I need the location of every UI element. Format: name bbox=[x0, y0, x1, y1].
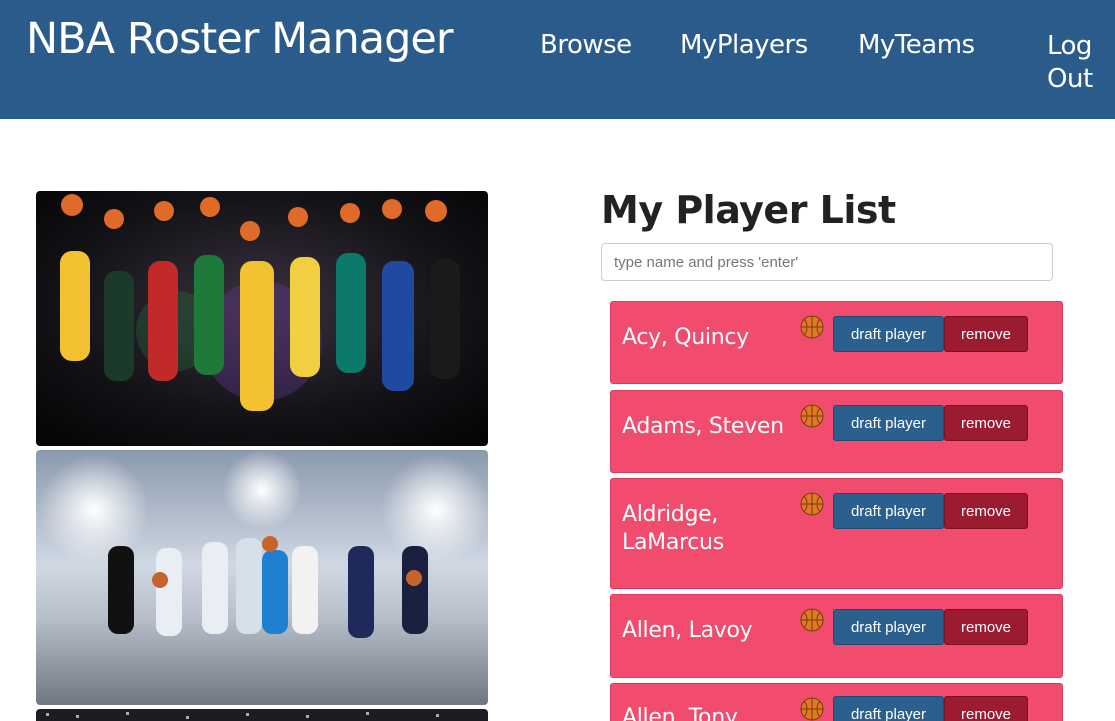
draft-player-button[interactable]: draft player bbox=[833, 405, 944, 441]
nav-myteams-link[interactable]: MyTeams bbox=[858, 30, 975, 60]
remove-player-button[interactable]: remove bbox=[944, 316, 1028, 352]
basketball-icon bbox=[800, 315, 824, 339]
player-card: Aldridge, LaMarcus draft player remove bbox=[610, 478, 1063, 589]
basketball-icon bbox=[800, 492, 824, 516]
team-photo-1 bbox=[36, 191, 488, 446]
remove-player-button[interactable]: remove bbox=[944, 609, 1028, 645]
player-name: Allen, Tony bbox=[622, 705, 738, 721]
nav-logout-link[interactable]: Log Out bbox=[1047, 30, 1113, 96]
nav-myplayers-link[interactable]: MyPlayers bbox=[680, 30, 808, 60]
player-name: Acy, Quincy bbox=[622, 325, 749, 350]
app-title[interactable]: NBA Roster Manager bbox=[26, 14, 454, 64]
basketball-icon bbox=[800, 608, 824, 632]
basketball-icon bbox=[800, 404, 824, 428]
remove-player-button[interactable]: remove bbox=[944, 493, 1028, 529]
team-photo-2 bbox=[36, 450, 488, 705]
draft-player-button[interactable]: draft player bbox=[833, 316, 944, 352]
team-photo-3 bbox=[36, 709, 488, 721]
player-card: Allen, Tony draft player remove bbox=[610, 683, 1063, 721]
nav-browse-link[interactable]: Browse bbox=[540, 30, 632, 60]
draft-player-button[interactable]: draft player bbox=[833, 493, 944, 529]
player-name: Adams, Steven bbox=[622, 414, 784, 439]
basketball-icon bbox=[800, 697, 824, 721]
player-name: Aldridge, LaMarcus bbox=[622, 502, 724, 555]
player-card: Acy, Quincy draft player remove bbox=[610, 301, 1063, 384]
player-card: Allen, Lavoy draft player remove bbox=[610, 594, 1063, 678]
remove-player-button[interactable]: remove bbox=[944, 696, 1028, 721]
navbar: NBA Roster Manager Browse MyPlayers MyTe… bbox=[0, 0, 1115, 119]
draft-player-button[interactable]: draft player bbox=[833, 696, 944, 721]
player-card: Adams, Steven draft player remove bbox=[610, 390, 1063, 473]
draft-player-button[interactable]: draft player bbox=[833, 609, 944, 645]
player-name: Allen, Lavoy bbox=[622, 618, 753, 643]
remove-player-button[interactable]: remove bbox=[944, 405, 1028, 441]
page-title: My Player List bbox=[601, 188, 896, 232]
player-search-input[interactable] bbox=[601, 243, 1053, 281]
